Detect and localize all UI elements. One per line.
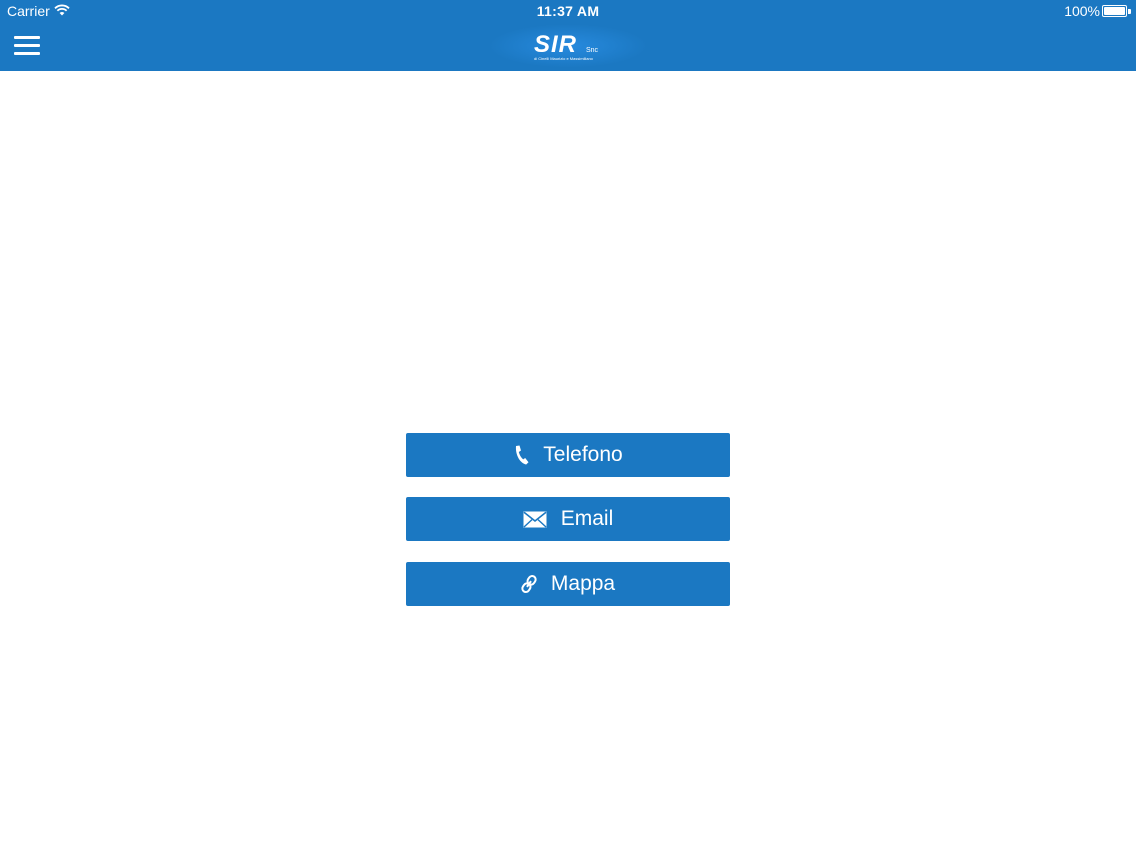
logo-suffix: Snc xyxy=(586,47,599,54)
email-button[interactable]: Email xyxy=(406,497,730,541)
battery-tip xyxy=(1128,9,1131,14)
battery-percent: 100% xyxy=(1064,3,1100,19)
mappa-label: Mappa xyxy=(550,572,616,595)
status-bar: Carrier 11:37 AM 100% xyxy=(0,0,1136,22)
hamburger-menu-icon[interactable] xyxy=(12,34,42,58)
battery-fill xyxy=(1104,7,1125,15)
status-time: 11:37 AM xyxy=(536,3,600,19)
company-logo: SIR Snc di Cinelli Maurizio e Massimilia… xyxy=(488,24,648,68)
telefono-label: Telefono xyxy=(543,443,623,466)
logo-tagline: di Cinelli Maurizio e Massimiliano xyxy=(534,56,594,61)
app-header: Carrier 11:37 AM 100% SIR Snc di Cinelli… xyxy=(0,0,1136,71)
logo-text: SIR xyxy=(534,31,577,58)
envelope-icon xyxy=(523,511,547,528)
battery-icon xyxy=(1102,5,1127,17)
map-link-icon xyxy=(521,574,537,594)
sir-logo-mark: SIR Snc di Cinelli Maurizio e Massimilia… xyxy=(534,31,599,61)
email-label: Email xyxy=(560,507,614,530)
mappa-button[interactable]: Mappa xyxy=(406,562,730,606)
telefono-button[interactable]: Telefono xyxy=(406,433,730,477)
phone-icon xyxy=(513,445,529,465)
